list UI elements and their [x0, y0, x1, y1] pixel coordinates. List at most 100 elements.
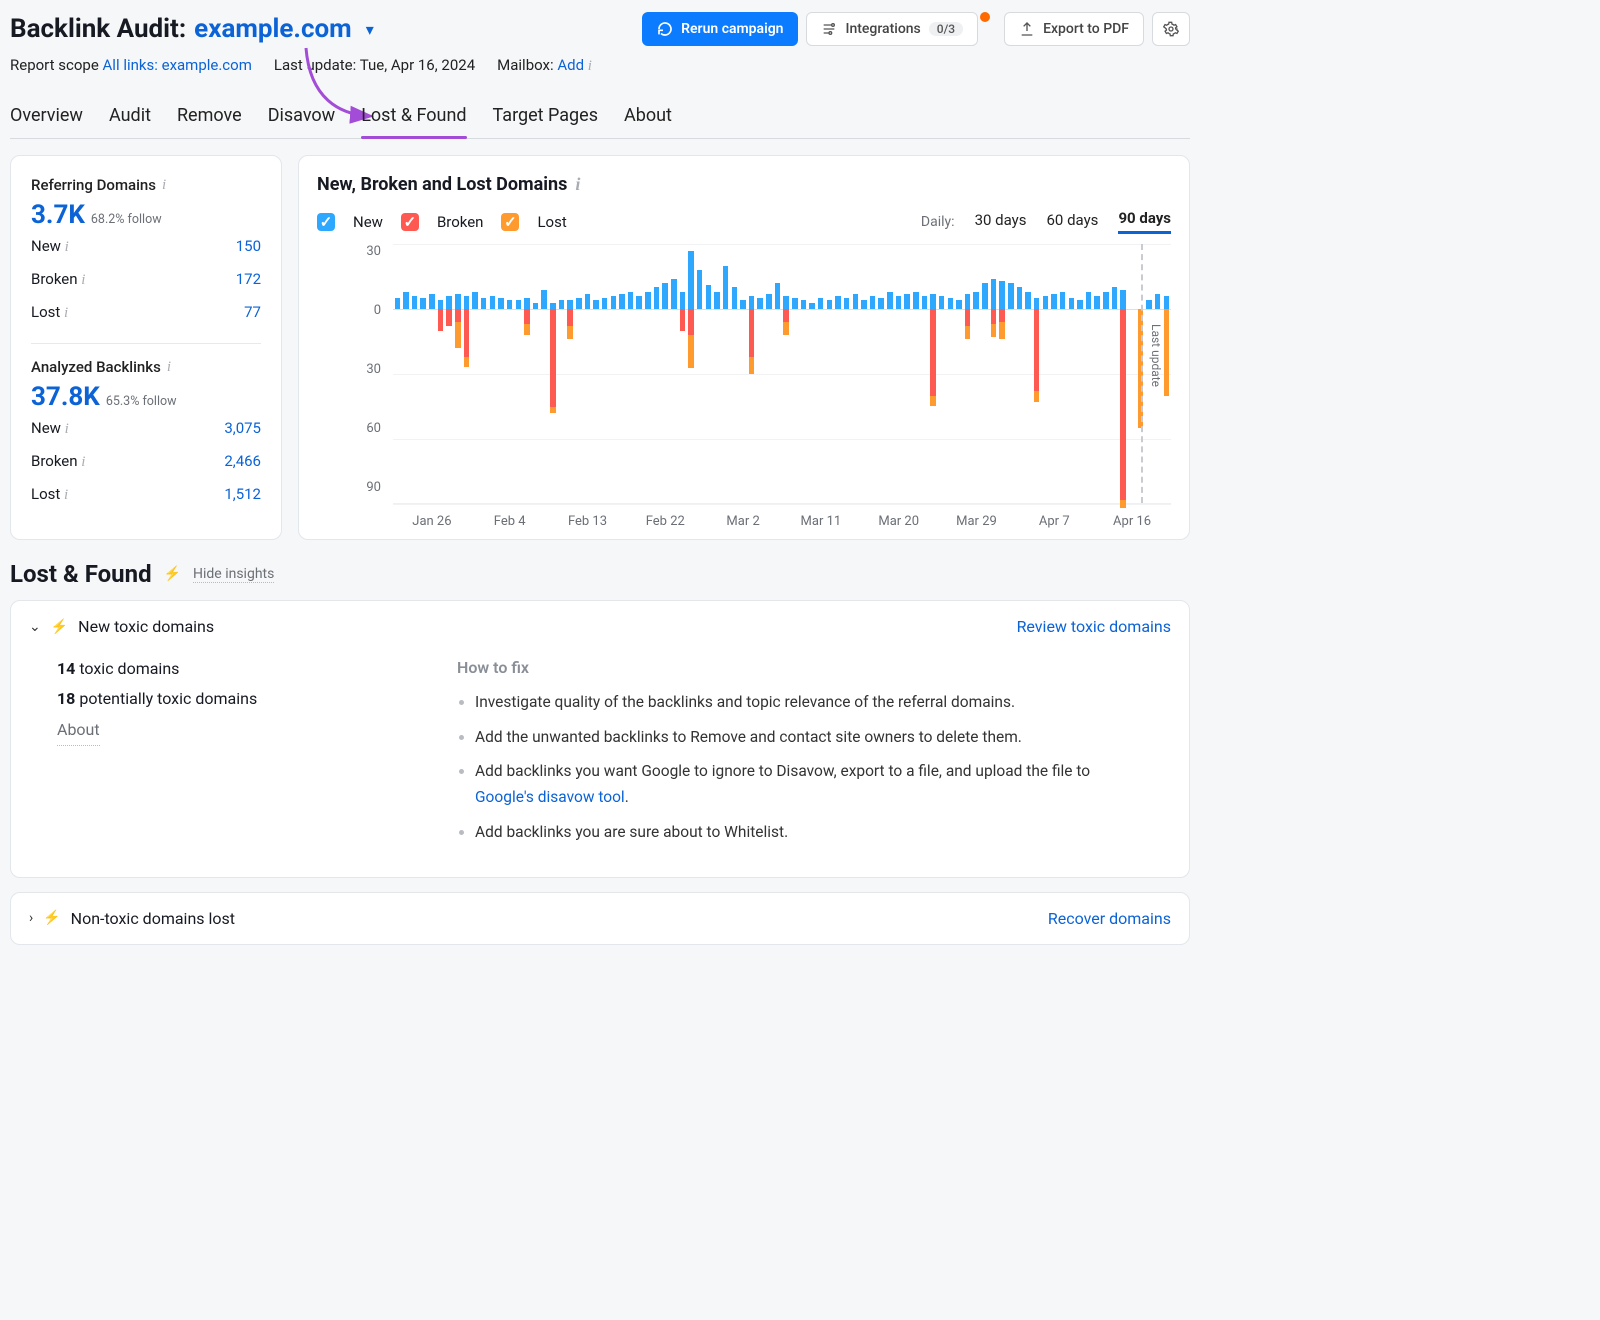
bl-follow-pct: 65.3% follow — [106, 394, 177, 409]
chevron-down-icon[interactable]: ▾ — [366, 20, 374, 39]
bolt-icon: ⚡ — [43, 910, 60, 926]
metric-key: Broken i — [31, 452, 85, 471]
analyzed-backlinks-total[interactable]: 37.8K — [31, 382, 100, 412]
info-icon[interactable]: i — [64, 305, 68, 321]
toxic-label: toxic domains — [75, 659, 179, 678]
bl-row-broken: Broken i 2,466 — [31, 445, 261, 478]
insight-title: New toxic domains — [78, 617, 214, 636]
info-icon[interactable]: i — [167, 359, 171, 376]
upload-icon — [1019, 21, 1035, 37]
chart-x-axis: Jan 26Feb 4Feb 13Feb 22Mar 2Mar 11Mar 20… — [393, 514, 1171, 529]
tab-about[interactable]: About — [624, 95, 672, 138]
insight-new-toxic: ⌄ ⚡ New toxic domains Review toxic domai… — [10, 600, 1190, 878]
hide-insights-link[interactable]: Hide insights — [193, 566, 274, 583]
notification-dot-icon — [980, 12, 990, 22]
report-scope-label: Report scope All links: example.com — [10, 56, 252, 75]
sliders-icon — [821, 21, 837, 37]
metric-key: New i — [31, 237, 69, 256]
insight-header[interactable]: ⌄ ⚡ New toxic domains Review toxic domai… — [11, 601, 1189, 652]
metric-value-link[interactable]: 172 — [236, 270, 261, 289]
metric-value-link[interactable]: 77 — [244, 303, 261, 322]
bolt-icon: ⚡ — [164, 566, 181, 582]
domains-chart-card: New, Broken and Lost Domains i ✓ New ✓ Brok… — [298, 155, 1190, 540]
about-link[interactable]: About — [57, 715, 100, 746]
nav-tabs: Overview Audit Remove Disavow Lost & Found Ta… — [10, 95, 1190, 139]
legend-toggle-new[interactable]: ✓ — [317, 213, 335, 231]
info-icon[interactable]: i — [81, 454, 85, 470]
legend-new-label: New — [353, 213, 383, 231]
refresh-icon — [657, 21, 673, 37]
tab-remove[interactable]: Remove — [177, 95, 242, 138]
chart-legend: ✓ New ✓ Broken ✓ Lost — [317, 213, 567, 231]
scope-all-links[interactable]: All links: — [103, 56, 158, 74]
chevron-right-icon: › — [29, 910, 33, 926]
chart-range-picker: Daily: 30 days 60 days 90 days — [921, 209, 1171, 234]
info-icon[interactable]: i — [588, 58, 592, 74]
referring-domains-heading: Referring Domainsi — [31, 176, 261, 194]
info-icon[interactable]: i — [65, 421, 69, 437]
range-90days[interactable]: 90 days — [1118, 209, 1171, 234]
review-toxic-link[interactable]: Review toxic domains — [1017, 617, 1171, 636]
scope-domain-link[interactable]: example.com — [162, 56, 252, 74]
tab-target-pages[interactable]: Target Pages — [493, 95, 598, 138]
fix-step: Investigate quality of the backlinks and… — [475, 689, 1143, 715]
ref-row-new: New i 150 — [31, 230, 261, 263]
tab-audit[interactable]: Audit — [109, 95, 151, 138]
insight-title: Non-toxic domains lost — [71, 909, 235, 928]
bolt-icon: ⚡ — [51, 619, 68, 635]
legend-toggle-lost[interactable]: ✓ — [501, 213, 519, 231]
export-label: Export to PDF — [1043, 21, 1129, 37]
fix-step: Add the unwanted backlinks to Remove and… — [475, 724, 1143, 750]
bl-row-lost: Lost i 1,512 — [31, 478, 261, 511]
campaign-domain[interactable]: example.com — [194, 14, 352, 44]
info-icon[interactable]: i — [575, 174, 580, 195]
info-icon[interactable]: i — [64, 487, 68, 503]
toxic-count: 14 — [57, 659, 75, 678]
rerun-button[interactable]: Rerun campaign — [642, 12, 798, 46]
info-icon[interactable]: i — [65, 239, 69, 255]
info-icon[interactable]: i — [81, 272, 85, 288]
last-update-marker: Last update — [1149, 324, 1163, 387]
mailbox-add-link[interactable]: Add — [557, 56, 584, 74]
how-to-fix-heading: How to fix — [457, 654, 1143, 681]
metric-value-link[interactable]: 1,512 — [224, 485, 261, 504]
chart-y-axis: 300306090 — [361, 244, 381, 495]
legend-lost-label: Lost — [537, 213, 566, 231]
last-update: Last update: Tue, Apr 16, 2024 — [274, 56, 475, 75]
info-icon[interactable]: i — [162, 177, 166, 194]
ref-follow-pct: 68.2% follow — [91, 212, 162, 227]
integrations-label: Integrations — [845, 21, 920, 37]
potentially-toxic-count: 18 — [57, 689, 75, 708]
recover-domains-link[interactable]: Recover domains — [1048, 909, 1171, 928]
chart-plot[interactable]: Last update — [393, 244, 1171, 504]
insight-nontoxic-lost: › ⚡ Non-toxic domains lost Recover domai… — [10, 892, 1190, 945]
export-pdf-button[interactable]: Export to PDF — [1004, 12, 1144, 46]
daily-label: Daily: — [921, 214, 955, 230]
chevron-down-icon: ⌄ — [29, 619, 41, 635]
gear-icon — [1163, 21, 1179, 37]
page-title: Backlink Audit: — [10, 14, 186, 44]
integrations-button[interactable]: Integrations 0/3 — [806, 12, 978, 46]
metric-value-link[interactable]: 3,075 — [224, 419, 261, 438]
range-30days[interactable]: 30 days — [975, 211, 1027, 233]
integrations-count-badge: 0/3 — [929, 22, 963, 36]
tab-overview[interactable]: Overview — [10, 95, 83, 138]
metric-key: Broken i — [31, 270, 85, 289]
metric-value-link[interactable]: 150 — [236, 237, 261, 256]
settings-button[interactable] — [1152, 12, 1190, 46]
fix-step: Add backlinks you are sure about to Whit… — [475, 819, 1143, 845]
legend-broken-label: Broken — [437, 213, 484, 231]
disavow-tool-link[interactable]: Google's disavow tool — [475, 788, 625, 806]
tab-lost-found[interactable]: Lost & Found — [361, 95, 466, 138]
tab-disavow[interactable]: Disavow — [268, 95, 336, 138]
insight-header[interactable]: › ⚡ Non-toxic domains lost Recover domai… — [11, 893, 1189, 944]
referring-domains-total[interactable]: 3.7K — [31, 200, 85, 230]
ref-row-lost: Lost i77 — [31, 296, 261, 329]
range-60days[interactable]: 60 days — [1047, 211, 1099, 233]
legend-toggle-broken[interactable]: ✓ — [401, 213, 419, 231]
metric-key: Lost i — [31, 485, 68, 504]
fix-step: Add backlinks you want Google to ignore … — [475, 758, 1143, 811]
summary-sidebar: Referring Domainsi 3.7K 68.2% follow New … — [10, 155, 282, 540]
chart-title: New, Broken and Lost Domains — [317, 174, 567, 195]
metric-value-link[interactable]: 2,466 — [224, 452, 261, 471]
